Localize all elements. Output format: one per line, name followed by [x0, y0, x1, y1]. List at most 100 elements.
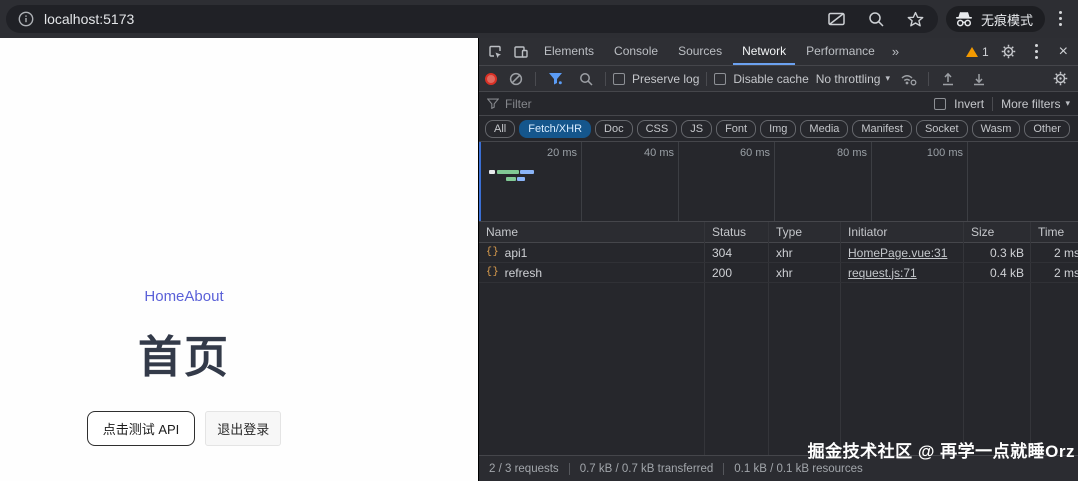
- test-api-button[interactable]: 点击测试 API: [87, 411, 196, 446]
- waterfall-bar: [506, 177, 516, 181]
- ruler-tick-label: 20 ms: [517, 147, 577, 159]
- overview-left-handle: [479, 142, 481, 221]
- chip-img[interactable]: Img: [760, 120, 796, 138]
- clear-network-log-icon[interactable]: [504, 68, 528, 90]
- issues-warning-badge[interactable]: 1: [962, 45, 993, 59]
- tab-elements[interactable]: Elements: [535, 38, 603, 65]
- column-header-time[interactable]: Time: [1031, 222, 1078, 242]
- chip-fetch-xhr[interactable]: Fetch/XHR: [519, 120, 591, 138]
- request-size: 0.4 kB: [964, 263, 1031, 282]
- divider: [992, 97, 993, 111]
- nav-link-home[interactable]: Home: [144, 288, 184, 305]
- divider: [605, 72, 606, 86]
- logout-button[interactable]: 退出登录: [205, 411, 281, 446]
- address-bar[interactable]: localhost:5173: [6, 5, 938, 33]
- devtools-panel: Elements Console Sources Network Perform…: [478, 38, 1078, 481]
- waterfall-bar: [489, 170, 495, 174]
- invert-checkbox[interactable]: [934, 98, 946, 110]
- divider: [535, 72, 536, 86]
- network-toolbar: Preserve log Disable cache No throttling…: [479, 66, 1078, 92]
- bookmark-star-icon[interactable]: [907, 11, 924, 28]
- preserve-log-checkbox[interactable]: [613, 73, 625, 85]
- chip-doc[interactable]: Doc: [595, 120, 633, 138]
- network-overview-timeline[interactable]: 20 ms 40 ms 60 ms 80 ms 100 ms: [479, 142, 1078, 222]
- request-type: xhr: [769, 243, 841, 262]
- table-row[interactable]: { }refresh 200 xhr request.js:71 0.4 kB …: [479, 263, 1078, 283]
- chip-js[interactable]: JS: [681, 120, 712, 138]
- tab-console[interactable]: Console: [605, 38, 667, 65]
- url-text[interactable]: localhost:5173: [44, 11, 134, 27]
- tab-performance[interactable]: Performance: [797, 38, 884, 65]
- chip-media[interactable]: Media: [800, 120, 848, 138]
- disable-cache-checkbox[interactable]: [714, 73, 726, 85]
- chip-other[interactable]: Other: [1024, 120, 1070, 138]
- initiator-link[interactable]: request.js:71: [848, 266, 917, 280]
- gridline: [581, 142, 582, 221]
- chip-wasm[interactable]: Wasm: [972, 120, 1021, 138]
- site-info-icon[interactable]: [18, 11, 34, 27]
- column-header-size[interactable]: Size: [964, 222, 1031, 242]
- column-header-initiator[interactable]: Initiator: [841, 222, 964, 242]
- network-conditions-icon[interactable]: [897, 68, 921, 90]
- gridline: [967, 142, 968, 221]
- divider: [928, 72, 929, 86]
- preserve-log-label: Preserve log: [632, 72, 699, 86]
- column-header-name[interactable]: Name: [479, 222, 705, 242]
- filter-funnel-icon: [487, 98, 499, 109]
- ruler-tick-label: 100 ms: [903, 147, 963, 159]
- initiator-link[interactable]: HomePage.vue:31: [848, 246, 947, 260]
- chip-manifest[interactable]: Manifest: [852, 120, 912, 138]
- export-har-icon[interactable]: [967, 68, 991, 90]
- requests-summary: 2 / 3 requests: [489, 463, 559, 475]
- import-har-icon[interactable]: [936, 68, 960, 90]
- chip-css[interactable]: CSS: [637, 120, 678, 138]
- page-nav: HomeAbout: [0, 288, 368, 305]
- ruler-tick-label: 40 ms: [614, 147, 674, 159]
- column-header-status[interactable]: Status: [705, 222, 769, 242]
- network-settings-gear-icon[interactable]: [1048, 68, 1072, 90]
- ruler-tick-label: 80 ms: [807, 147, 867, 159]
- ruler-tick-label: 60 ms: [710, 147, 770, 159]
- inspect-element-icon[interactable]: [483, 41, 507, 63]
- throttling-select[interactable]: No throttling ▾: [816, 72, 890, 86]
- xhr-json-icon: { }: [486, 267, 499, 278]
- invert-label: Invert: [954, 97, 984, 111]
- network-search-icon[interactable]: [574, 68, 598, 90]
- nav-link-about[interactable]: About: [184, 288, 223, 305]
- tab-network[interactable]: Network: [733, 38, 795, 65]
- filter-toggle-icon[interactable]: [543, 68, 567, 90]
- browser-window: localhost:5173: [0, 0, 1078, 481]
- filter-input[interactable]: [505, 97, 835, 111]
- devtools-settings-gear-icon[interactable]: [997, 41, 1021, 63]
- browser-menu-icon[interactable]: [1059, 11, 1063, 26]
- devtools-tabbar: Elements Console Sources Network Perform…: [479, 38, 1078, 66]
- record-network-log-icon[interactable]: [485, 73, 497, 85]
- devtools-close-icon[interactable]: ×: [1053, 44, 1074, 60]
- network-filter-bar: Invert More filters ▾: [479, 92, 1078, 116]
- table-row[interactable]: { }api1 304 xhr HomePage.vue:31 0.3 kB 2…: [479, 243, 1078, 263]
- tab-sources[interactable]: Sources: [669, 38, 731, 65]
- chip-font[interactable]: Font: [716, 120, 756, 138]
- waterfall-bar: [517, 177, 525, 181]
- waterfall-bar: [497, 170, 519, 174]
- transferred-summary: 0.7 kB / 0.7 kB transferred: [580, 463, 714, 475]
- table-empty-area: [479, 283, 1078, 455]
- resource-type-chips: All Fetch/XHR Doc CSS JS Font Img Media …: [479, 116, 1078, 142]
- gridline: [678, 142, 679, 221]
- table-header-row: Name Status Type Initiator Size Time: [479, 222, 1078, 243]
- watermark-text: 掘金技术社区 @ 再学一点就睡Orz: [808, 437, 1075, 462]
- request-size: 0.3 kB: [964, 243, 1031, 262]
- devtools-menu-icon[interactable]: [1025, 41, 1049, 63]
- browser-toolbar: localhost:5173: [0, 0, 1078, 38]
- column-header-type[interactable]: Type: [769, 222, 841, 242]
- chip-socket[interactable]: Socket: [916, 120, 968, 138]
- divider: [569, 463, 570, 475]
- chip-all[interactable]: All: [485, 120, 515, 138]
- send-to-devices-icon[interactable]: [827, 11, 846, 28]
- zoom-icon[interactable]: [868, 11, 885, 28]
- disable-cache-label: Disable cache: [733, 72, 808, 86]
- more-filters-button[interactable]: More filters ▾: [1001, 97, 1070, 111]
- more-tabs-icon[interactable]: »: [886, 44, 905, 59]
- divider: [706, 72, 707, 86]
- device-toolbar-icon[interactable]: [509, 41, 533, 63]
